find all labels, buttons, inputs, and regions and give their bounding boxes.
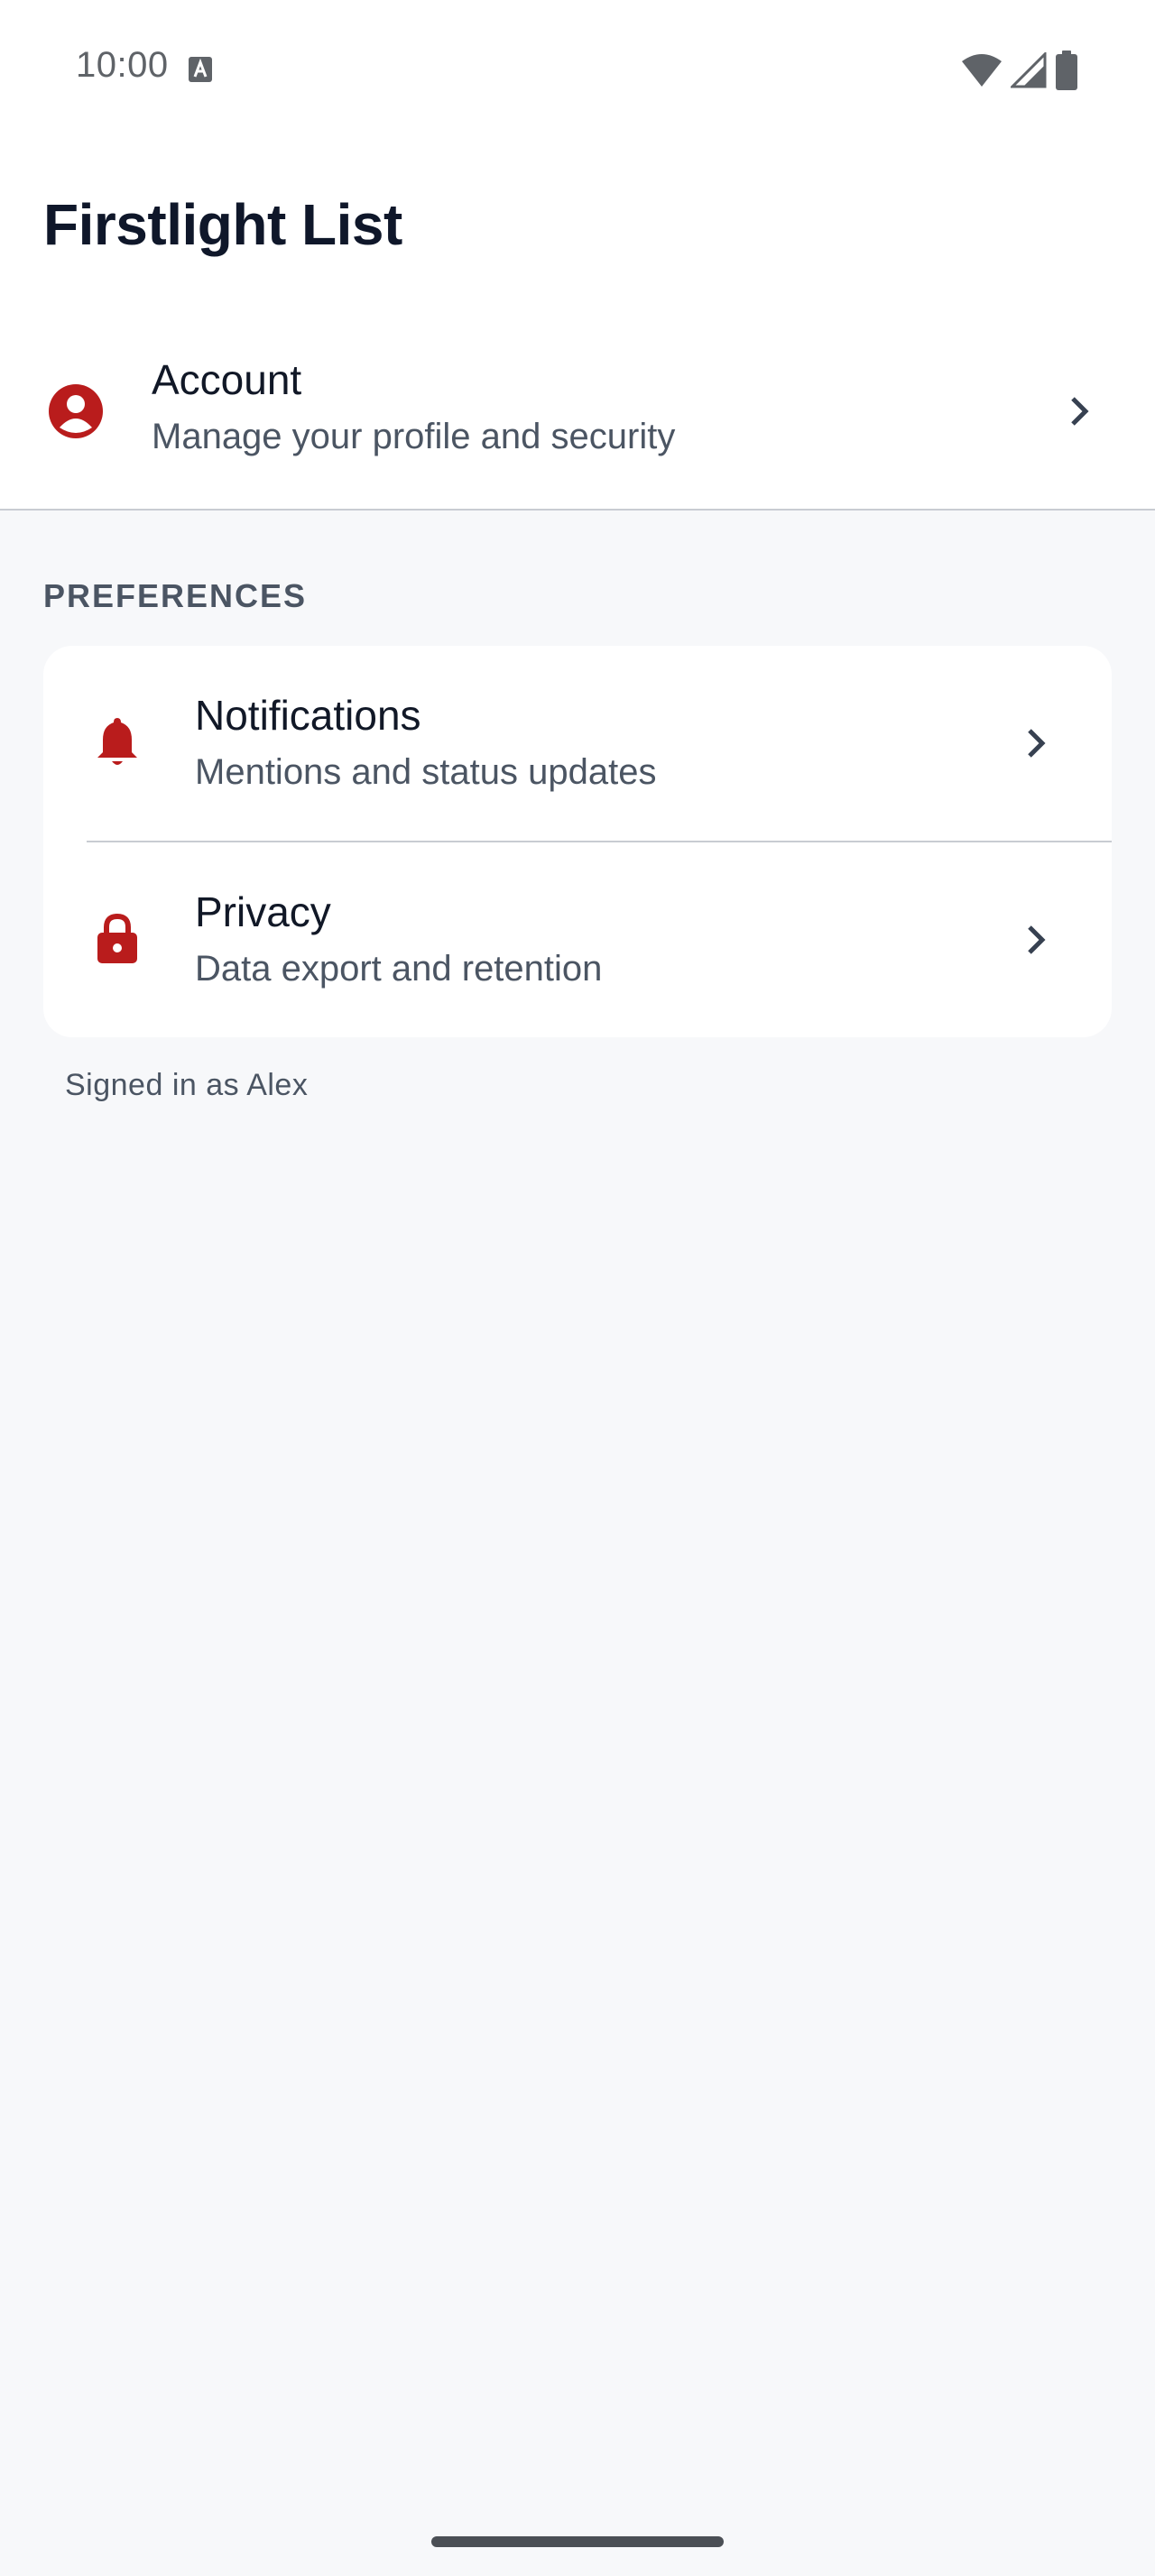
wifi-icon: [962, 54, 1002, 87]
account-subtitle: Manage your profile and security: [152, 417, 676, 456]
bell-icon: [97, 718, 137, 765]
chevron-right-icon: [1071, 397, 1089, 426]
section-label-preferences: PREFERENCES: [43, 577, 308, 614]
notifications-row[interactable]: Notifications Mentions and status update…: [43, 646, 1112, 841]
privacy-subtitle: Data export and retention: [195, 949, 603, 989]
privacy-row[interactable]: Privacy Data export and retention: [43, 842, 1112, 1037]
status-icons: [960, 51, 1079, 90]
signal-icon: [1011, 52, 1047, 88]
app-header: Firstlight List: [0, 141, 1155, 303]
lock-icon: [97, 913, 137, 963]
account-circle-icon: [49, 384, 103, 438]
status-time: 10:00: [76, 45, 169, 85]
preferences-card: Notifications Mentions and status update…: [43, 646, 1112, 1037]
privacy-title: Privacy: [195, 888, 331, 935]
account-row[interactable]: Account Manage your profile and security: [0, 303, 1155, 511]
keyboard-a-icon: [189, 57, 212, 82]
battery-icon: [1056, 51, 1077, 90]
status-bar: 10:00: [0, 0, 1155, 141]
chevron-right-icon: [1028, 729, 1046, 758]
home-indicator[interactable]: [431, 2536, 724, 2547]
chevron-right-icon: [1028, 925, 1046, 954]
notifications-title: Notifications: [195, 692, 421, 739]
page-title: Firstlight List: [43, 192, 402, 257]
notifications-subtitle: Mentions and status updates: [195, 752, 657, 792]
account-title: Account: [152, 356, 302, 403]
signed-in-text: Signed in as Alex: [65, 1068, 309, 1102]
